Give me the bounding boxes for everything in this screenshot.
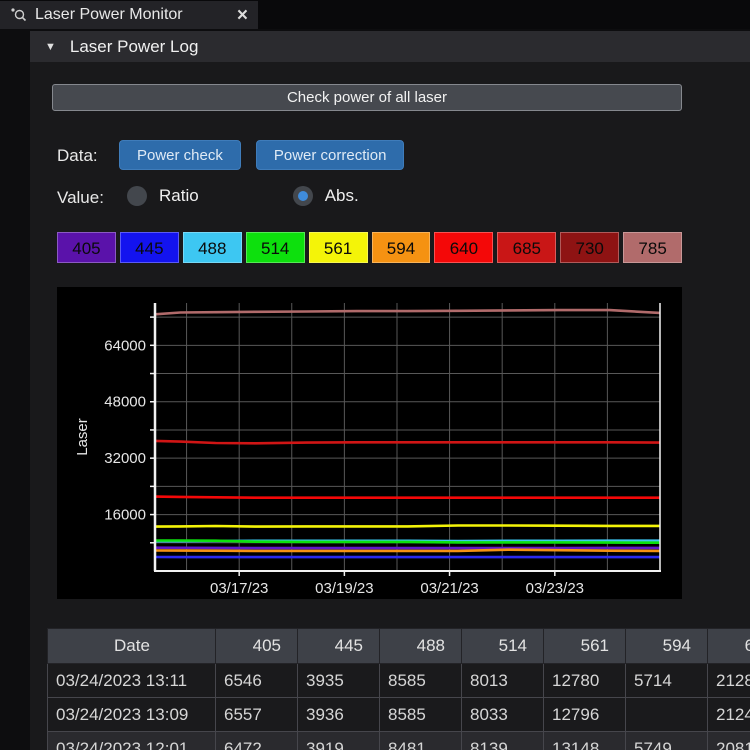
laser-swatch-730[interactable]: 730 xyxy=(560,232,619,263)
table-row: 03/24/2023 13:11654639358585801312780571… xyxy=(48,664,750,698)
chart-panel: 16000 32000 48000 64000 03/17/23 03/19/23 03/2… xyxy=(57,287,682,599)
cell-date: 03/24/2023 12:01 xyxy=(48,732,216,750)
table-header-514: 514 xyxy=(462,629,544,664)
tab-close-icon[interactable]: × xyxy=(237,6,248,25)
y-axis-label: Laser xyxy=(74,418,91,456)
cell-value: 2124 xyxy=(708,698,750,732)
laser-swatch-594[interactable]: 594 xyxy=(372,232,431,263)
laser-swatch-488[interactable]: 488 xyxy=(183,232,242,263)
cell-value: 6472 xyxy=(216,732,298,750)
laser-swatch-640[interactable]: 640 xyxy=(434,232,493,263)
table-header-488: 488 xyxy=(380,629,462,664)
cell-value xyxy=(626,698,708,732)
table-header-594: 594 xyxy=(626,629,708,664)
cell-value: 12796 xyxy=(544,698,626,732)
radio-label: Abs. xyxy=(325,186,359,206)
cell-value: 2081 xyxy=(708,732,750,750)
cell-value: 3935 xyxy=(298,664,380,698)
cell-value: 2128 xyxy=(708,664,750,698)
cell-value: 6546 xyxy=(216,664,298,698)
y-tick-label: 48000 xyxy=(104,394,146,411)
tab-title: Laser Power Monitor xyxy=(35,6,183,24)
laser-swatch-785[interactable]: 785 xyxy=(623,232,682,263)
cell-value: 8013 xyxy=(462,664,544,698)
table-header-row: Date405445488514561594640 xyxy=(48,629,750,664)
section-header-laser-power-log[interactable]: ▼ Laser Power Log xyxy=(30,31,750,62)
power-correction-button[interactable]: Power correction xyxy=(256,140,405,170)
series-line-561 xyxy=(155,526,660,527)
radio-unselected-icon[interactable] xyxy=(127,186,147,206)
tab-laser-power-monitor[interactable]: Laser Power Monitor × xyxy=(0,1,258,29)
y-tick-label: 32000 xyxy=(104,450,146,467)
x-tick-label: 03/21/23 xyxy=(420,580,478,597)
table-header-561: 561 xyxy=(544,629,626,664)
y-tick-label: 64000 xyxy=(104,337,146,354)
search-monitor-icon xyxy=(10,7,27,24)
radio-selected-icon[interactable] xyxy=(293,186,313,206)
radio-option-ratio[interactable]: Ratio xyxy=(127,186,199,206)
power-check-button[interactable]: Power check xyxy=(119,140,241,170)
series-line-685 xyxy=(155,441,660,443)
series-line-785 xyxy=(155,310,660,314)
laser-power-log-panel: Check power of all laser Data: Power che… xyxy=(30,62,750,750)
x-tick-label: 03/19/23 xyxy=(315,580,373,597)
laser-swatch-445[interactable]: 445 xyxy=(120,232,179,263)
collapse-triangle-icon[interactable]: ▼ xyxy=(45,41,56,53)
radio-label: Ratio xyxy=(159,186,199,206)
cell-value: 8139 xyxy=(462,732,544,750)
cell-value: 12780 xyxy=(544,664,626,698)
laser-swatch-row: 405445488514561594640685730785 xyxy=(57,232,682,263)
laser-swatch-405[interactable]: 405 xyxy=(57,232,116,263)
table-header-640: 640 xyxy=(708,629,750,664)
cell-value: 5749 xyxy=(626,732,708,750)
table-row: 03/24/2023 12:01647239198481813913148574… xyxy=(48,732,750,750)
section-title: Laser Power Log xyxy=(70,37,199,57)
data-buttons: Power check Power correction xyxy=(119,140,404,170)
tab-bar: Laser Power Monitor × xyxy=(0,0,750,29)
radio-option-abs[interactable]: Abs. xyxy=(293,186,359,206)
cell-value: 5714 xyxy=(626,664,708,698)
data-row-label: Data: xyxy=(57,146,98,166)
laser-swatch-685[interactable]: 685 xyxy=(497,232,556,263)
table-row: 03/24/2023 13:09655739368585803312796 212… xyxy=(48,698,750,732)
table-header-445: 445 xyxy=(298,629,380,664)
cell-value: 3936 xyxy=(298,698,380,732)
laser-swatch-561[interactable]: 561 xyxy=(309,232,368,263)
value-row-label: Value: xyxy=(57,188,104,208)
value-options: Ratio Abs. xyxy=(127,181,453,211)
series-line-640 xyxy=(155,497,660,498)
x-tick-label: 03/17/23 xyxy=(210,580,268,597)
cell-date: 03/24/2023 13:11 xyxy=(48,664,216,698)
table-body: 03/24/2023 13:11654639358585801312780571… xyxy=(48,664,750,750)
laser-power-chart: 16000 32000 48000 64000 03/17/23 03/19/23 03/2… xyxy=(57,287,682,599)
table-header-date: Date xyxy=(48,629,216,664)
table-header-405: 405 xyxy=(216,629,298,664)
cell-value: 6557 xyxy=(216,698,298,732)
cell-value: 13148 xyxy=(544,732,626,750)
cell-value: 8481 xyxy=(380,732,462,750)
laser-swatch-514[interactable]: 514 xyxy=(246,232,305,263)
cell-value: 3919 xyxy=(298,732,380,750)
cell-date: 03/24/2023 13:09 xyxy=(48,698,216,732)
power-log-table: Date405445488514561594640 03/24/2023 13:… xyxy=(47,628,750,750)
y-tick-label: 16000 xyxy=(104,507,146,524)
series-line-594 xyxy=(155,550,660,551)
check-power-all-laser-button[interactable]: Check power of all laser xyxy=(52,84,682,111)
cell-value: 8585 xyxy=(380,698,462,732)
cell-value: 8585 xyxy=(380,664,462,698)
cell-value: 8033 xyxy=(462,698,544,732)
x-tick-label: 03/23/23 xyxy=(526,580,584,597)
